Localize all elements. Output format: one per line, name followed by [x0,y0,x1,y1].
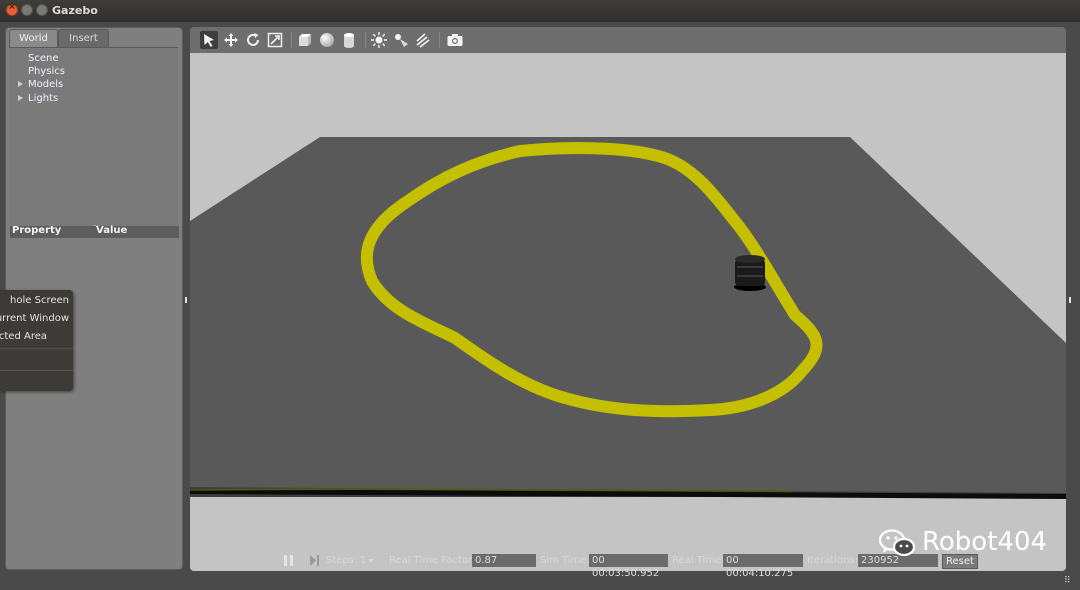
resize-grip-icon[interactable]: ⠿ [1064,576,1071,586]
scale-icon[interactable] [266,31,284,49]
chevron-down-icon[interactable] [368,559,374,564]
real-time-label: Real Time: [672,555,725,566]
screenshot-context-menu: hole Screen urrent Window cted Area [0,290,73,391]
point-light-icon[interactable] [370,31,388,49]
close-icon: × [8,2,16,12]
toolbar [190,27,1066,53]
world-tree: Scene Physics Models Lights [10,47,178,226]
screenshot-camera-icon[interactable] [446,31,464,49]
tree-item-lights[interactable]: Lights [18,93,58,104]
tree-item-physics[interactable]: Physics [28,66,65,77]
wechat-icon [878,529,916,557]
toolbar-separator [291,32,292,48]
tree-item-models[interactable]: Models [18,79,63,90]
robot-plate [737,275,763,277]
menu-item-whole-screen[interactable]: hole Screen [10,295,69,306]
robot-plate [737,266,763,268]
pause-icon[interactable] [282,554,296,567]
real-time-field: 00 00:04:10.275 [723,554,803,579]
left-panel-collapse-handle[interactable] [185,297,187,303]
steps-spinner[interactable]: 1 [360,555,366,566]
box-shape-icon[interactable] [296,31,314,49]
sim-time-label: Sim Time: [540,555,590,566]
maximize-window-button[interactable] [36,4,48,16]
steps-label: Steps: [326,555,358,566]
robot-body [735,259,765,286]
menu-separator [0,348,73,349]
sim-time-field: 00 00:03:50.952 [589,554,668,579]
expand-arrow-icon[interactable] [18,95,23,101]
window-titlebar: × Gazebo [0,0,1080,22]
cylinder-shape-icon[interactable] [340,31,358,49]
value-column-header: Value [96,225,128,236]
iterations-label: Iterations: [807,555,858,566]
rotate-icon[interactable] [244,31,262,49]
expand-arrow-icon[interactable] [18,81,23,87]
spot-light-icon[interactable] [392,31,410,49]
close-window-button[interactable]: × [6,2,18,16]
menu-item-selected-area[interactable]: cted Area [0,331,47,342]
select-arrow-icon[interactable] [200,31,218,49]
menu-item-current-window[interactable]: urrent Window [0,313,69,324]
3d-viewport[interactable] [190,53,1066,571]
toolbar-separator [365,32,366,48]
property-table-header: Property Value [10,225,179,238]
real-time-factor-field: 0.87 [472,554,536,567]
menu-separator [0,370,73,371]
minimize-window-button[interactable] [21,4,33,16]
step-icon[interactable] [308,554,322,567]
directional-light-icon[interactable] [414,31,432,49]
real-time-factor-label: Real Time Factor: [389,555,476,566]
property-column-header: Property [12,225,62,236]
tree-item-scene[interactable]: Scene [28,53,59,64]
translate-icon[interactable] [222,31,240,49]
robot-top [735,255,765,263]
watermark-text: Robot404 [922,527,1048,557]
sphere-shape-icon[interactable] [318,31,336,49]
window-title: Gazebo [52,4,98,17]
viewport-panel [190,27,1066,571]
tab-world[interactable]: World [9,29,58,48]
right-panel-collapse-handle[interactable] [1069,297,1071,303]
tab-insert[interactable]: Insert [58,29,109,48]
toolbar-separator [439,32,440,48]
robot-model[interactable] [734,255,766,291]
